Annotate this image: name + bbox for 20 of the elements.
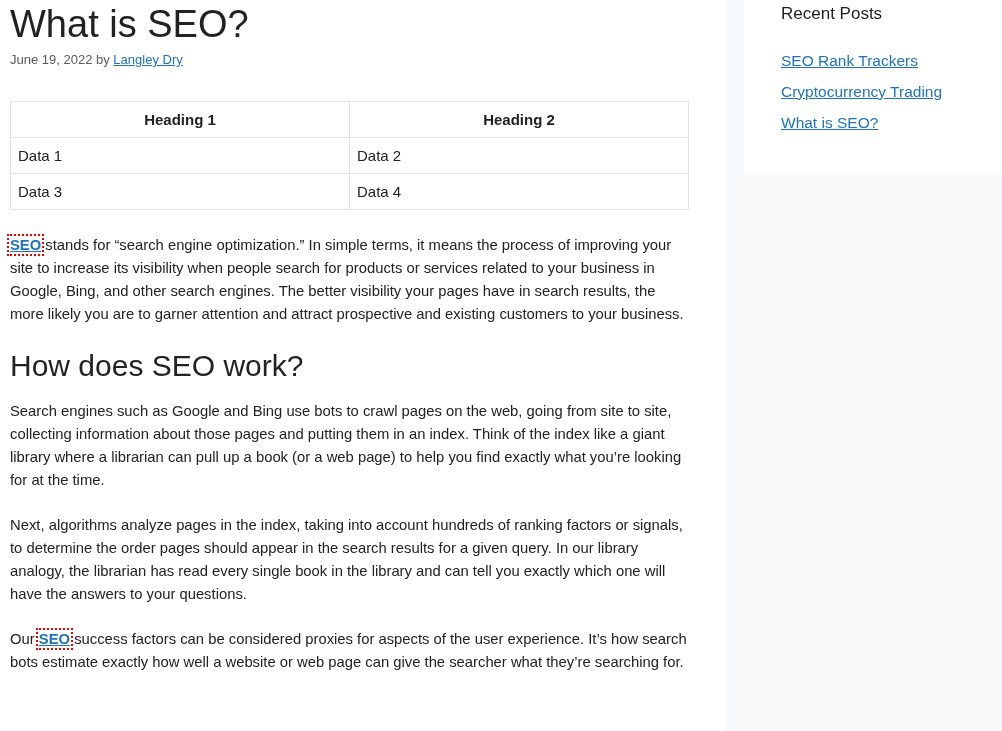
table-cell: Data 4 [349, 173, 689, 210]
table-cell: Data 1 [10, 137, 350, 174]
table-cell: Data 2 [349, 137, 689, 174]
seo-link[interactable]: SEO [38, 631, 71, 647]
body-paragraph: SEO stands for “search engine optimization.” In simple terms, it means the process of improving your site to increase its visibility when people search for products or services related to your business in Google, Bing, and other search engines. The better visibility your pages have in search results, the more likely you are to garner attention and attract prospective and existing customers to your business. [10, 234, 689, 326]
recent-post-link[interactable]: Cryptocurrency Trading [781, 81, 943, 102]
table-header-cell: Heading 2 [349, 101, 689, 138]
post-meta: June 19, 2022 by Langley Dry [10, 52, 184, 67]
widget-title: Recent Posts [781, 4, 884, 24]
section-heading: How does SEO work? [10, 348, 305, 384]
seo-link[interactable]: SEO [10, 237, 42, 253]
post-title: What is SEO? [10, 2, 250, 46]
author-link[interactable]: Langley Dry [113, 52, 183, 67]
body-paragraph: Next, algorithms analyze pages in the index, taking into account hundreds of ranking factors or signals, to determine the order pages should appear in the search results for a given query. In our library analogy, the librarian has read every single book in the library and can tell you exactly which one will have the answers to your questions. [10, 516, 684, 604]
table-header-cell: Heading 1 [10, 101, 350, 138]
table-cell: Data 3 [10, 173, 350, 210]
recent-post-link[interactable]: What is SEO? [781, 112, 879, 133]
recent-post-link[interactable]: SEO Rank Trackers [781, 50, 918, 71]
body-paragraph: Our SEO success factors can be considered proxies for aspects of the user experience. It’s how search bots estimate exactly how well a website or web page can give the searcher what they’re searching for. [10, 628, 689, 674]
body-paragraph: Search engines such as Google and Bing use bots to crawl pages on the web, going from site to site, collecting information about those pages and putting them in an index. Think of the index like a giant library where a librarian can pull up a book (or a web page) to help you find exactly what you’re looking for at the time. [10, 402, 683, 490]
